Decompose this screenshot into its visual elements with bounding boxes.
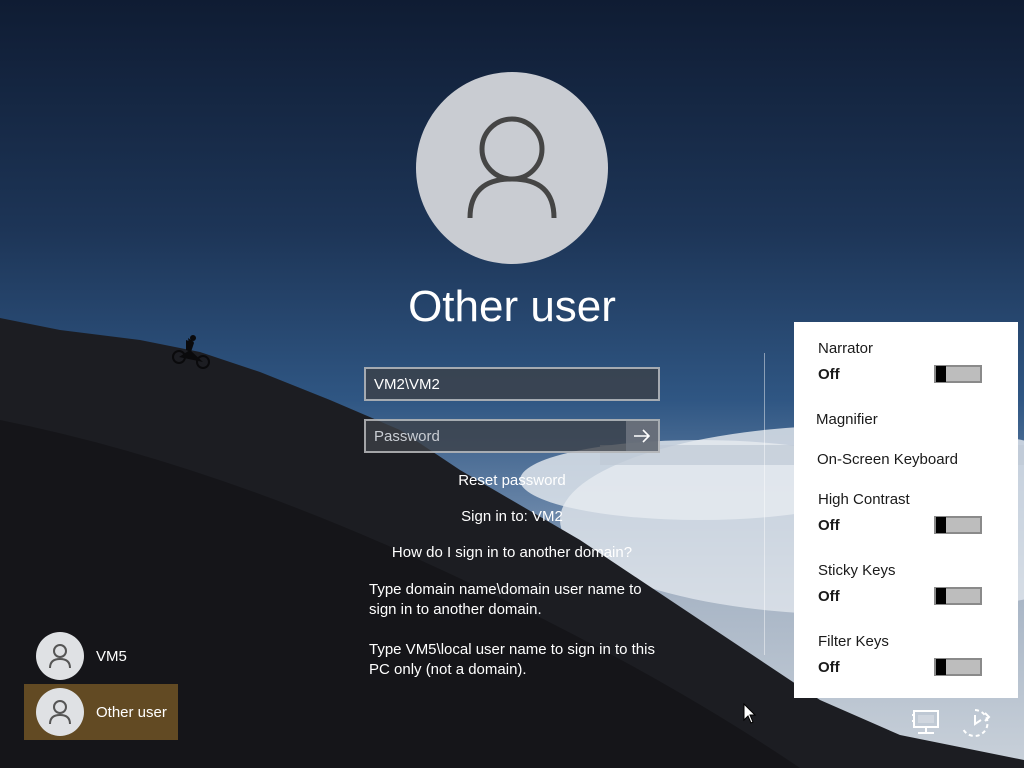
domain-hint-text: Type domain name\domain user name to sig…: [369, 581, 642, 618]
user-title: Other user: [408, 282, 616, 331]
filter-keys-state: Off: [818, 659, 840, 676]
local-hint-text: Type VM5\local user name to sign in to t…: [369, 641, 655, 678]
user-tile-other-user[interactable]: Other user: [24, 684, 178, 740]
arrow-right-icon: [634, 429, 651, 443]
user-tile-label: Other user: [96, 703, 167, 721]
on-screen-keyboard-item[interactable]: On-Screen Keyboard: [817, 451, 958, 468]
narrator-toggle[interactable]: [934, 365, 982, 383]
sign-in-to-text: Sign in to: VM2: [461, 508, 563, 525]
ease-of-access-icon[interactable]: [958, 706, 992, 740]
mouse-cursor-icon: [743, 703, 757, 724]
network-icon[interactable]: [911, 706, 945, 740]
magnifier-item[interactable]: Magnifier: [816, 411, 878, 428]
reset-password-link[interactable]: Reset password: [312, 472, 712, 489]
other-domain-link[interactable]: How do I sign in to another domain?: [312, 544, 712, 561]
high-contrast-label: High Contrast: [818, 491, 910, 508]
filter-keys-toggle[interactable]: [934, 658, 982, 676]
username-field[interactable]: VM2\VM2: [364, 367, 660, 401]
person-icon: [49, 644, 71, 669]
divider: [764, 353, 765, 655]
user-avatar: [416, 72, 608, 264]
user-tile-label: VM5: [96, 647, 127, 665]
person-icon: [49, 700, 71, 725]
narrator-label: Narrator: [818, 340, 874, 357]
password-input[interactable]: [366, 421, 626, 451]
high-contrast-toggle[interactable]: [934, 516, 982, 534]
submit-arrow-button[interactable]: [626, 421, 658, 451]
lock-screen: Other user VM2\VM2 Reset password Sign i…: [0, 0, 1024, 768]
sticky-keys-state: Off: [818, 588, 840, 605]
sticky-keys-toggle[interactable]: [934, 587, 982, 605]
toggle-knob: [936, 517, 946, 533]
user-tile-vm5[interactable]: VM5: [24, 628, 178, 684]
toggle-knob: [936, 366, 946, 382]
ease-of-access-panel: Narrator Off Magnifier On-Screen Keyboar…: [794, 322, 1018, 698]
avatar: [36, 632, 84, 680]
password-field[interactable]: [364, 419, 660, 453]
person-icon: [467, 116, 557, 219]
narrator-state: Off: [818, 366, 840, 383]
high-contrast-state: Off: [818, 517, 840, 534]
toggle-knob: [936, 588, 946, 604]
avatar: [36, 688, 84, 736]
filter-keys-label: Filter Keys: [818, 633, 889, 650]
sticky-keys-label: Sticky Keys: [818, 562, 896, 579]
toggle-knob: [936, 659, 946, 675]
